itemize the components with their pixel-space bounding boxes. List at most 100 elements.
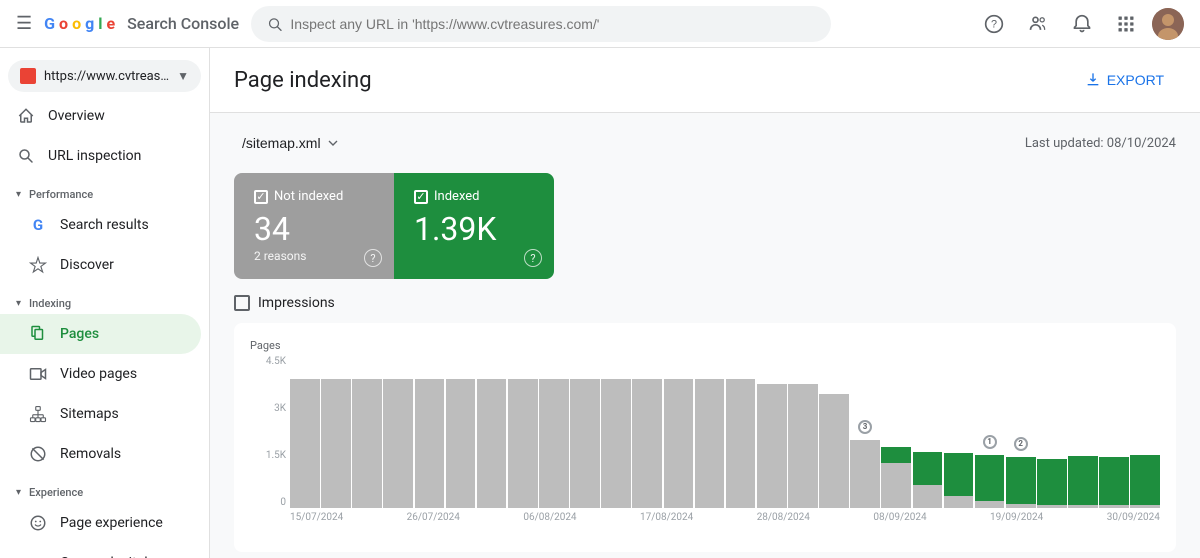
site-favicon — [20, 68, 36, 84]
bar-gray-segment — [290, 379, 320, 508]
bar-gray-segment — [975, 501, 1005, 509]
collapse-arrow-icon: ▾ — [16, 487, 21, 498]
sidebar-item-discover[interactable]: Discover — [0, 245, 201, 285]
section-title: Experience — [29, 486, 83, 499]
bar-gray-segment — [446, 379, 476, 508]
sidebar-item-page-experience[interactable]: Page experience — [0, 503, 201, 543]
help-icon[interactable]: ? — [976, 6, 1012, 42]
chart-bar — [819, 356, 849, 508]
x-tick: 06/08/2024 — [523, 512, 576, 523]
indexing-section-header[interactable]: ▾ Indexing — [0, 285, 209, 314]
bar-gray-segment — [321, 379, 351, 508]
chart-bar — [944, 356, 974, 508]
impressions-row: Impressions — [234, 295, 1176, 311]
chart-bar — [1130, 356, 1160, 508]
indexed-info-icon[interactable]: ? — [524, 249, 542, 267]
bar-gray-segment — [383, 379, 413, 508]
bell-icon[interactable] — [1064, 6, 1100, 42]
pages-icon — [28, 324, 48, 344]
filter-row: /sitemap.xml Last updated: 08/10/2024 — [234, 129, 1176, 157]
chart-bars: 312 — [290, 356, 1160, 508]
x-tick: 19/09/2024 — [990, 512, 1043, 523]
collapse-arrow-icon: ▾ — [16, 189, 21, 200]
chart-bar: 3 — [850, 356, 880, 508]
apps-icon[interactable] — [1108, 6, 1144, 42]
hamburger-icon[interactable]: ☰ — [16, 13, 32, 34]
bar-gray-segment — [881, 463, 911, 509]
export-button[interactable]: EXPORT — [1073, 64, 1176, 96]
bar-green-segment — [913, 452, 943, 485]
chart-bar: 2 — [1006, 356, 1036, 508]
sidebar-item-overview[interactable]: Overview — [0, 96, 201, 136]
y-tick-1500: 1.5K — [250, 450, 286, 461]
url-search-icon — [16, 146, 36, 166]
not-indexed-label: Not indexed — [274, 189, 343, 204]
x-tick: 30/09/2024 — [1107, 512, 1160, 523]
sidebar-item-video-pages[interactable]: Video pages — [0, 354, 201, 394]
chart-bar — [601, 356, 631, 508]
url-inspect-input[interactable] — [290, 16, 815, 32]
sidebar-item-label: Overview — [48, 108, 105, 124]
bar-gray-segment — [601, 379, 631, 508]
page-title: Page indexing — [234, 68, 372, 93]
sidebar-item-sitemaps[interactable]: Sitemaps — [0, 394, 201, 434]
sidebar-item-pages[interactable]: Pages — [0, 314, 201, 354]
sidebar-item-core-web-vitals[interactable]: Core web vitals — [0, 543, 201, 558]
sidebar-item-label: Pages — [60, 326, 99, 342]
bar-gray-segment — [850, 440, 880, 508]
x-axis: 15/07/2024 26/07/2024 06/08/2024 17/08/2… — [290, 512, 1160, 523]
users-icon[interactable] — [1020, 6, 1056, 42]
stat-header-indexed: ✓ Indexed — [414, 189, 514, 204]
performance-section-header[interactable]: ▾ Performance — [0, 176, 209, 205]
impressions-checkbox[interactable] — [234, 295, 250, 311]
chart-bar — [788, 356, 818, 508]
chart-bar — [570, 356, 600, 508]
chart-bar — [632, 356, 662, 508]
bar-green-segment — [1037, 459, 1067, 505]
site-selector[interactable]: https://www.cvtreas... ▼ — [8, 60, 201, 92]
google-g-icon: G — [28, 215, 48, 235]
last-updated: Last updated: 08/10/2024 — [1025, 136, 1176, 151]
bar-green-segment — [1099, 457, 1129, 506]
discover-icon — [28, 255, 48, 275]
bar-gray-segment — [1068, 505, 1098, 508]
x-tick: 17/08/2024 — [640, 512, 693, 523]
not-indexed-checkbox[interactable]: ✓ — [254, 190, 268, 204]
search-bar[interactable] — [251, 6, 831, 42]
chevron-down-icon: ▼ — [177, 69, 189, 83]
sitemap-filter[interactable]: /sitemap.xml — [234, 129, 349, 157]
bar-gray-segment — [757, 384, 787, 509]
y-tick-3000: 3K — [250, 403, 286, 414]
indexed-value: 1.39K — [414, 212, 514, 247]
x-tick: 15/07/2024 — [290, 512, 343, 523]
bar-gray-segment — [1037, 505, 1067, 508]
experience-section-header[interactable]: ▾ Experience — [0, 474, 209, 503]
impressions-label: Impressions — [258, 295, 335, 311]
chart-bar: 1 — [975, 356, 1005, 508]
dropdown-arrow-icon — [325, 135, 341, 151]
chart-container: Pages 4.5K 3K 1.5K 0 312 15/07/ — [234, 323, 1176, 552]
indexed-checkbox[interactable]: ✓ — [414, 190, 428, 204]
not-indexed-card: ✓ Not indexed 34 2 reasons ? — [234, 173, 394, 279]
bar-green-segment — [1130, 455, 1160, 505]
section-title: Performance — [29, 188, 93, 201]
sidebar-item-url-inspection[interactable]: URL inspection — [0, 136, 201, 176]
export-icon — [1085, 72, 1101, 88]
x-tick: 28/08/2024 — [757, 512, 810, 523]
avatar[interactable] — [1152, 8, 1184, 40]
not-indexed-info-icon[interactable]: ? — [364, 249, 382, 267]
video-icon — [28, 364, 48, 384]
chart-bar — [695, 356, 725, 508]
bar-gray-segment — [944, 496, 974, 508]
collapse-arrow-icon: ▾ — [16, 298, 21, 309]
chart-bar — [352, 356, 382, 508]
main-layout: https://www.cvtreas... ▼ Overview URL in… — [0, 48, 1200, 558]
bar-gray-segment — [1130, 505, 1160, 508]
indexed-label: Indexed — [434, 189, 480, 204]
sidebar-item-removals[interactable]: Removals — [0, 434, 201, 474]
sidebar: https://www.cvtreas... ▼ Overview URL in… — [0, 48, 210, 558]
sidebar-item-search-results[interactable]: G Search results — [0, 205, 201, 245]
indexed-card: ✓ Indexed 1.39K ? — [394, 173, 554, 279]
sidebar-item-label: Removals — [60, 446, 121, 462]
bar-gray-segment — [726, 379, 756, 508]
